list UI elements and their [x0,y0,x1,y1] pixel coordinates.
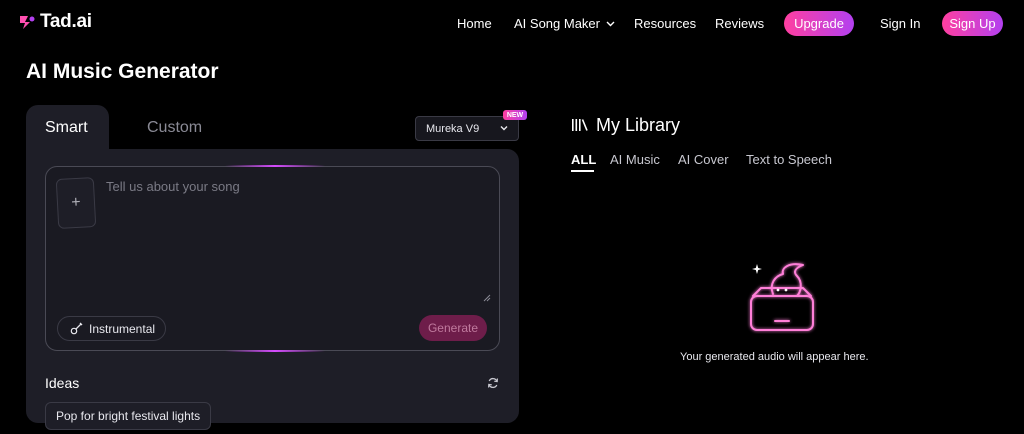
tab-custom[interactable]: Custom [147,119,202,137]
chevron-down-icon [500,126,508,131]
nav-link-reviews[interactable]: Reviews [715,16,764,31]
new-badge: NEW [503,110,527,120]
instrumental-toggle[interactable]: Instrumental [57,316,166,341]
upgrade-button[interactable]: Upgrade [784,11,854,36]
sign-up-button[interactable]: Sign Up [942,11,1003,36]
nav-link-ai-song-maker[interactable]: AI Song Maker [514,16,615,31]
library-tab-all[interactable]: ALL [571,152,596,167]
logo-icon [20,16,35,29]
plus-icon: + [70,193,82,212]
library-tab-ai-music[interactable]: AI Music [610,152,660,167]
nav-link-resources[interactable]: Resources [634,16,696,31]
library-tab-text-to-speech[interactable]: Text to Speech [746,152,832,167]
empty-state-message: Your generated audio will appear here. [680,351,869,363]
guitar-icon [70,322,83,335]
glow-accent-bottom [225,350,325,352]
glow-accent-top [225,165,325,167]
library-tab-underline [571,170,594,172]
library-tab-ai-cover[interactable]: AI Cover [678,152,729,167]
nav-link-home[interactable]: Home [457,16,492,31]
chevron-down-icon [606,21,615,26]
model-select-value: Mureka V9 [426,122,480,135]
song-description-input[interactable] [106,176,486,196]
ideas-label: Ideas [45,375,80,391]
tab-smart-label[interactable]: Smart [45,119,88,137]
empty-box-icon [750,263,814,331]
logo-text: Tad.ai [40,11,92,32]
sign-in-link[interactable]: Sign In [880,16,920,31]
upload-reference-button[interactable]: + [55,177,97,229]
instrumental-label: Instrumental [89,321,156,336]
nav-link-label: AI Song Maker [514,16,600,31]
model-select[interactable]: Mureka V9 [415,116,519,141]
refresh-icon[interactable] [487,377,499,389]
generate-button[interactable]: Generate [419,315,487,341]
logo[interactable]: Tad.ai [18,11,92,33]
page-title: AI Music Generator [26,60,219,83]
top-nav: Tad.ai Home AI Song Maker Resources Revi… [0,0,1024,47]
idea-chip[interactable]: Pop for bright festival lights [45,402,211,430]
resize-handle-icon[interactable] [483,294,491,302]
library-title: My Library [596,115,681,135]
library-icon [572,119,588,131]
